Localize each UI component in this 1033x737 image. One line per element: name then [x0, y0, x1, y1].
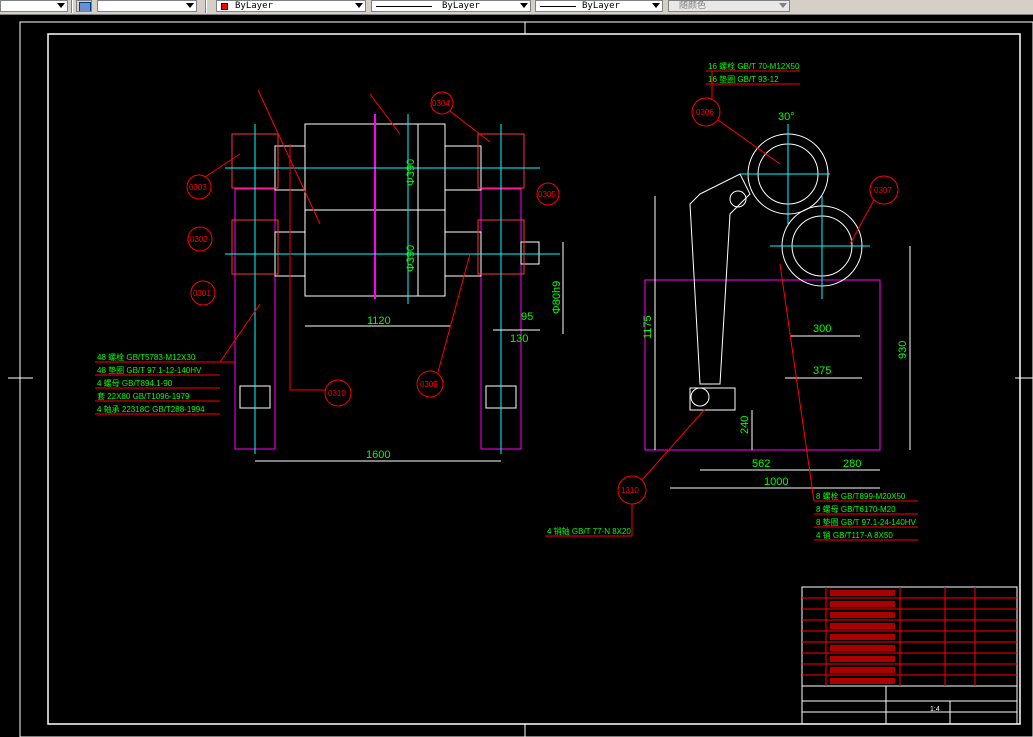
svg-text:0309: 0309 — [420, 380, 438, 389]
dim-130: 130 — [510, 333, 528, 345]
chevron-down-icon — [779, 3, 787, 8]
callout-0307: 0307 — [849, 175, 899, 245]
dim-dia-lower: Φ390 — [405, 245, 417, 272]
bolt-note: 8 垫圈 GB/T 97.1-24-140HV — [816, 517, 917, 527]
swing-arm-outline — [689, 173, 751, 385]
front-view: 1120 1600 Φ390 Φ390 95 130 Φ80h9 0303 03… — [95, 89, 564, 462]
parts-list-item: 4 螺母 GB/T894.1-90 — [97, 378, 173, 388]
callout-0306: 0306 — [691, 71, 781, 165]
toolbar-separator — [71, 0, 73, 13]
chevron-down-icon — [355, 3, 363, 8]
dim-240: 240 — [739, 416, 751, 434]
lineweight-preview — [540, 6, 576, 7]
title-block-scale: 1:4 — [930, 706, 940, 713]
leader-line — [257, 89, 321, 225]
dim-dia-upper: Φ390 — [405, 159, 417, 186]
side-bolt-notes: 8 螺栓 GB/T899-M20X50 8 螺母 GB/T6170-M20 8 … — [779, 263, 918, 541]
title-block: 1:4 — [801, 586, 1018, 725]
dim-95: 95 — [521, 311, 533, 323]
dim-280: 280 — [843, 458, 861, 470]
color-swatch-icon — [221, 3, 228, 10]
plotstyle-combo-value: 随颜色 — [679, 1, 707, 11]
svg-text:0303: 0303 — [189, 183, 207, 192]
svg-text:0307: 0307 — [874, 186, 892, 195]
lineweight-combo-value: ByLayer — [582, 1, 620, 11]
lineweight-combo[interactable]: ByLayer — [535, 0, 663, 12]
bolt-note: 8 螺母 GB/T6170-M20 — [816, 504, 896, 514]
callout-0302: 0302 — [187, 226, 213, 252]
callout-1310: 1310 — [617, 408, 706, 505]
svg-text:0301: 0301 — [193, 289, 211, 298]
bolt-note: 4 销 GB/T117-A 8X50 — [816, 530, 893, 540]
parts-list-item: 套 22X80 GB/T1096-1979 — [97, 391, 190, 401]
dim-930: 930 — [897, 341, 909, 359]
color-combo-value: ByLayer — [235, 1, 273, 11]
chevron-down-icon — [57, 3, 65, 8]
plotstyle-combo[interactable]: 随颜色 — [668, 0, 790, 12]
chevron-down-icon — [520, 3, 528, 8]
svg-text:0304: 0304 — [432, 99, 450, 108]
layer-state-combo[interactable] — [0, 0, 68, 12]
parts-list-item: 4 轴承 22318C GB/T288-1994 — [97, 404, 205, 414]
layers-icon — [79, 2, 91, 11]
callout-0301: 0301 — [190, 280, 216, 306]
dim-300: 300 — [813, 323, 831, 335]
linetype-combo[interactable]: ByLayer — [371, 0, 531, 12]
parts-list-item: 48 垫圈 GB/T 97.1-12-140HV — [97, 365, 202, 375]
drawing-canvas[interactable]: 1120 1600 Φ390 Φ390 95 130 Φ80h9 0303 03… — [0, 14, 1033, 737]
side-view: 1175 930 300 375 240 562 280 1000 30° 16… — [545, 61, 918, 541]
properties-toolbar: ByLayer ByLayer ByLayer 随颜色 — [0, 0, 1033, 15]
color-combo[interactable]: ByLayer — [216, 0, 366, 12]
linetype-combo-value: ByLayer — [442, 1, 480, 11]
dim-1120: 1120 — [367, 315, 391, 327]
svg-text:0306: 0306 — [696, 108, 714, 117]
dim-1000: 1000 — [764, 476, 788, 488]
callout-0310: 0310 — [289, 144, 352, 407]
toolbar-separator — [205, 0, 207, 13]
dim-angle: 30° — [778, 111, 795, 123]
linetype-preview — [376, 6, 432, 7]
layer-properties-button[interactable] — [76, 0, 92, 12]
dim-1600: 1600 — [366, 449, 390, 461]
dim-562: 562 — [752, 458, 770, 470]
pivot-pin — [729, 190, 747, 208]
svg-text:0305: 0305 — [538, 190, 556, 199]
svg-text:0310: 0310 — [328, 389, 346, 398]
top-note: 16 垫圈 GB/T 93-12 — [708, 74, 779, 84]
layer-combo[interactable] — [97, 0, 197, 12]
svg-text:1310: 1310 — [621, 486, 639, 495]
chevron-down-icon — [652, 3, 660, 8]
dim-1175: 1175 — [642, 315, 654, 339]
bolt-note: 8 螺栓 GB/T899-M20X50 — [816, 491, 906, 501]
pin-note: 4 销轴 GB/T 77-N 8X20 — [547, 526, 631, 536]
svg-text:0302: 0302 — [190, 235, 208, 244]
top-note: 16 螺栓 GB/T 70-M12X50 — [708, 61, 800, 71]
dim-375: 375 — [813, 365, 831, 377]
pivot-pin — [690, 387, 710, 407]
parts-list-item: 48 螺栓 GB/T5783-M12X30 — [97, 352, 196, 362]
dim-shaft-dia: Φ80h9 — [551, 281, 563, 314]
side-base-plate — [644, 279, 881, 451]
callout-0305: 0305 — [536, 182, 560, 206]
chevron-down-icon — [186, 3, 194, 8]
lower-arm-bracket — [689, 387, 736, 411]
